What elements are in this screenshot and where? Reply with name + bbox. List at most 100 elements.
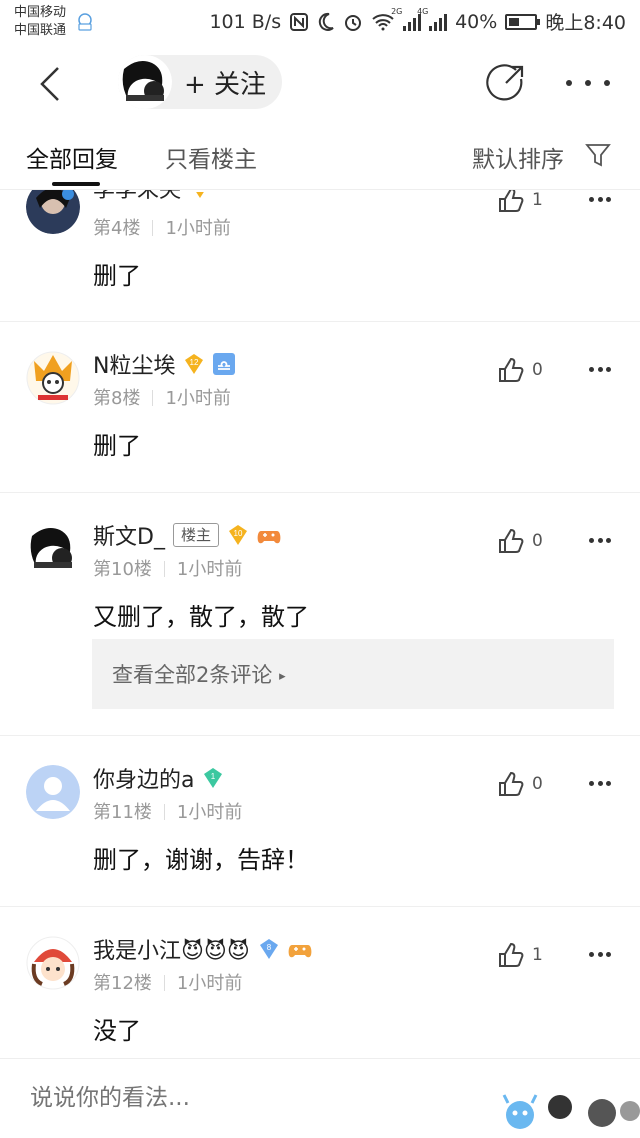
svg-text:1: 1 (211, 772, 216, 781)
username[interactable]: 李李未央 (93, 190, 211, 204)
comment-bar (0, 1058, 640, 1138)
sort-dropdown[interactable]: 默认排序 (472, 140, 564, 174)
hd-voice-icon (78, 13, 92, 31)
comment-input[interactable] (30, 1085, 330, 1111)
reply-item: 我是小江😈😈😈 8 第12楼 1小时前 没了 1 (0, 907, 640, 1058)
follow-button[interactable]: + 关注 (184, 64, 266, 101)
floor-number: 第4楼 (93, 218, 141, 239)
thumbs-up-icon (499, 357, 524, 382)
post-time: 1小时前 (176, 973, 243, 994)
nfc-icon (290, 12, 309, 31)
status-bar: 中国移动 中国联通 101 B/s 2G 4G 40% 晚上8:40 (0, 0, 640, 44)
reply-item: 李李未央 第4楼 1小时前 删了 1 (0, 190, 640, 322)
reply-meta: 第11楼 1小时前 (93, 798, 242, 824)
net-speed: 101 B/s (209, 10, 282, 33)
signal-4g-icon: 4G (417, 7, 448, 31)
floor-number: 第10楼 (93, 559, 152, 580)
reply-text: 没了 (93, 1017, 141, 1045)
tab-op-only[interactable]: 只看楼主 (165, 140, 257, 174)
user-avatar[interactable] (26, 190, 80, 234)
username[interactable]: N粒尘埃 12 (93, 348, 236, 380)
carrier-1: 中国移动 (14, 5, 67, 20)
user-avatar[interactable] (26, 351, 80, 405)
svg-text:8: 8 (267, 943, 272, 952)
like-button[interactable]: 1 (496, 190, 543, 214)
battery-icon (505, 13, 541, 30)
author-avatar[interactable] (118, 55, 172, 109)
more-icon[interactable] (589, 367, 611, 375)
op-badge: 楼主 (172, 523, 219, 547)
battery-percent: 40% (455, 10, 498, 33)
active-tab-indicator (52, 182, 100, 186)
username[interactable]: 斯文D_ 楼主 10 (93, 519, 281, 551)
clock: 晚上8:40 (545, 12, 626, 34)
level-badge-icon: 10 (228, 525, 247, 545)
floor-number: 第8楼 (93, 388, 141, 409)
username[interactable]: 我是小江😈😈😈 8 (93, 933, 312, 965)
like-button[interactable]: 0 (496, 770, 543, 798)
floor-number: 第12楼 (93, 973, 152, 994)
more-icon[interactable] (589, 197, 611, 205)
reply-tabs: 全部回复 只看楼主 默认排序 (0, 124, 640, 190)
more-options-icon[interactable] (566, 68, 610, 98)
moon-icon (318, 12, 334, 31)
post-time: 1小时前 (165, 218, 231, 239)
post-time: 1小时前 (176, 559, 243, 580)
reply-item: 你身边的a 1 第11楼 1小时前 删了，谢谢，告辞！ 0 (0, 736, 640, 907)
thumbs-up-icon (499, 771, 524, 796)
level-badge-icon: 1 (204, 768, 223, 788)
thumbs-up-icon (499, 942, 524, 967)
username[interactable]: 你身边的a 1 (93, 762, 224, 794)
like-button[interactable]: 0 (496, 356, 543, 384)
nav-bar: + 关注 (0, 44, 640, 124)
user-avatar[interactable] (26, 765, 80, 819)
chevron-right-icon: ▸ (279, 669, 286, 684)
gamepad-icon (288, 945, 312, 958)
reply-text: 又删了，散了，散了 (93, 603, 309, 631)
libra-icon (213, 353, 236, 375)
like-count: 1 (532, 945, 543, 965)
alarm-icon (345, 14, 362, 31)
like-count: 1 (532, 190, 543, 210)
level-badge-icon: 12 (185, 354, 204, 374)
level-badge-icon: 8 (259, 939, 278, 959)
reply-item: 斯文D_ 楼主 10 第10楼 1小时前 又删了，散了，散了 0 查看全部2条评论… (0, 493, 640, 736)
reply-text: 删了 (93, 432, 141, 460)
author-follow-pill[interactable]: + 关注 (118, 55, 282, 109)
back-arrow-icon[interactable] (32, 64, 72, 104)
thumbs-up-icon (499, 528, 524, 553)
user-avatar[interactable] (26, 936, 80, 990)
reply-text: 删了 (93, 262, 141, 290)
like-count: 0 (532, 360, 543, 380)
share-icon[interactable] (486, 62, 526, 102)
post-time: 1小时前 (176, 802, 243, 823)
reply-item: N粒尘埃 12 第8楼 1小时前 删了 0 (0, 322, 640, 493)
user-avatar[interactable] (26, 522, 80, 576)
more-icon[interactable] (589, 952, 611, 960)
reply-meta: 第4楼 1小时前 (93, 214, 231, 240)
more-icon[interactable] (589, 781, 611, 789)
tab-all-replies[interactable]: 全部回复 (26, 140, 118, 174)
more-icon[interactable] (589, 538, 611, 546)
reply-text: 删了，谢谢，告辞！ (93, 846, 309, 874)
view-all-comments-link[interactable]: 查看全部2条评论 ▸ (112, 659, 286, 689)
like-count: 0 (532, 774, 543, 794)
post-time: 1小时前 (165, 388, 231, 409)
watermark-logo-icon (502, 1094, 640, 1129)
gamepad-icon (257, 531, 281, 544)
like-button[interactable]: 1 (496, 941, 543, 969)
reply-meta: 第10楼 1小时前 (93, 555, 242, 581)
sub-comments-box[interactable]: 查看全部2条评论 ▸ (92, 639, 614, 709)
level-badge-icon (189, 190, 211, 199)
reply-meta: 第12楼 1小时前 (93, 969, 242, 995)
carrier-info: 中国移动 中国联通 (14, 4, 66, 40)
like-button[interactable]: 0 (496, 527, 543, 555)
svg-text:10: 10 (234, 529, 243, 538)
svg-text:12: 12 (190, 358, 199, 367)
reply-meta: 第8楼 1小时前 (93, 384, 231, 410)
thumbs-up-icon (499, 190, 524, 212)
reply-feed: 李李未央 第4楼 1小时前 删了 1 N粒尘埃 12 第8楼 1小时前 删了 0 (0, 190, 640, 1058)
floor-number: 第11楼 (93, 802, 152, 823)
filter-icon[interactable] (585, 142, 611, 168)
like-count: 0 (532, 531, 543, 551)
